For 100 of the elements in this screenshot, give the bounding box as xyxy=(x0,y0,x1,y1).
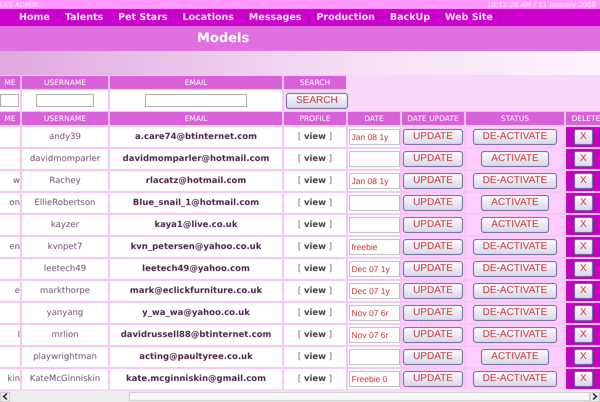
email-text: Blue_snail_1@hotmail.com xyxy=(132,198,260,208)
username-text: Rachey xyxy=(49,176,81,186)
nav-link[interactable]: Web Site xyxy=(438,12,501,24)
table-cell: l xyxy=(0,325,20,345)
delete-button[interactable]: X xyxy=(574,283,593,299)
status-button[interactable]: DE-ACTIVATE xyxy=(472,129,558,145)
update-button[interactable]: UPDATE xyxy=(403,283,463,299)
username-text: KateMcGinniskin xyxy=(30,374,100,384)
search-field[interactable] xyxy=(0,94,18,107)
status-button[interactable]: ACTIVATE xyxy=(481,217,549,233)
nav-link[interactable]: Locations xyxy=(176,12,242,24)
username-text: playwrightman xyxy=(33,352,97,362)
email-text: davidrussell88@btinternet.com xyxy=(120,330,272,340)
status-button[interactable]: DE-ACTIVATE xyxy=(472,173,558,189)
username-text: kayzer xyxy=(50,220,80,230)
delete-button[interactable]: X xyxy=(574,349,593,365)
email-text: leetech49@yahoo.com xyxy=(142,264,250,274)
username-text: EllieRobertson xyxy=(34,198,96,208)
table-cell xyxy=(0,259,20,279)
username-text: kvnpet7 xyxy=(48,242,82,252)
table-cell xyxy=(0,127,20,147)
table-cell: e xyxy=(0,281,20,301)
table-cell xyxy=(0,149,20,169)
nav-link[interactable]: Production xyxy=(309,12,383,24)
status-button[interactable]: ACTIVATE xyxy=(481,349,549,365)
nav-link[interactable]: Pet Stars xyxy=(111,12,176,24)
date-field[interactable]: Nov 07 6r xyxy=(348,305,400,321)
table-cell xyxy=(0,347,20,367)
email-text: kvn_petersen@yahoo.co.uk xyxy=(130,242,262,252)
update-button[interactable]: UPDATE xyxy=(403,217,463,233)
table-cell: kin xyxy=(0,369,20,389)
date-field[interactable]: Jan 08 1y xyxy=(348,129,400,145)
username-text: davidmomparler xyxy=(30,154,100,164)
delete-button[interactable]: X xyxy=(574,371,593,387)
status-button[interactable]: DE-ACTIVATE xyxy=(472,283,558,299)
username-text: andy39 xyxy=(49,132,81,142)
date-field[interactable] xyxy=(348,151,400,167)
username-text: leetech49 xyxy=(44,264,86,274)
update-button[interactable]: UPDATE xyxy=(403,327,463,343)
table-cell: w xyxy=(0,171,20,191)
nav-link[interactable]: BackUp xyxy=(382,12,438,24)
status-button[interactable]: ACTIVATE xyxy=(481,151,549,167)
delete-button[interactable]: X xyxy=(574,327,593,343)
page-title: Models xyxy=(197,31,250,46)
email-text: acting@paultyree.co.uk xyxy=(139,352,253,362)
date-field[interactable]: freebie xyxy=(348,239,400,255)
update-button[interactable]: UPDATE xyxy=(403,239,463,255)
search-field[interactable] xyxy=(145,94,247,107)
scroll-thumb[interactable] xyxy=(128,392,590,401)
update-button[interactable]: UPDATE xyxy=(403,305,463,321)
email-text: y_wa_wa@yahoo.co.uk xyxy=(142,308,250,318)
nav-link[interactable]: Messages xyxy=(242,12,310,24)
delete-button[interactable]: X xyxy=(574,217,593,233)
delete-button[interactable]: X xyxy=(574,261,593,277)
horizontal-scrollbar[interactable] xyxy=(0,391,600,402)
update-button[interactable]: UPDATE xyxy=(403,173,463,189)
date-field[interactable]: Jan 08 1y xyxy=(348,173,400,189)
nav-link[interactable]: Home xyxy=(12,12,58,24)
delete-button[interactable]: X xyxy=(574,305,593,321)
status-button[interactable]: DE-ACTIVATE xyxy=(472,261,558,277)
username-text: mrlion xyxy=(51,330,79,340)
delete-button[interactable]: X xyxy=(574,195,593,211)
date-field[interactable]: Nov 07 6r xyxy=(348,327,400,343)
status-button[interactable]: DE-ACTIVATE xyxy=(472,327,558,343)
status-button[interactable]: DE-ACTIVATE xyxy=(472,239,558,255)
date-field[interactable] xyxy=(348,217,400,233)
update-button[interactable]: UPDATE xyxy=(403,261,463,277)
status-button[interactable]: DE-ACTIVATE xyxy=(472,371,558,387)
table-cell: en xyxy=(0,237,20,257)
scroll-right-icon[interactable] xyxy=(590,392,600,402)
update-button[interactable]: UPDATE xyxy=(403,371,463,387)
update-button[interactable]: UPDATE xyxy=(403,129,463,145)
table-cell xyxy=(0,303,20,323)
table-cell: on xyxy=(0,193,20,213)
date-field[interactable] xyxy=(348,349,400,365)
username-text: markthorpe xyxy=(40,286,90,296)
nav-link[interactable]: Talents xyxy=(58,12,112,24)
search-button[interactable]: SEARCH xyxy=(286,92,348,108)
date-field[interactable]: Dec 07 1y xyxy=(348,283,400,299)
table-cell xyxy=(0,215,20,235)
delete-button[interactable]: X xyxy=(574,129,593,145)
update-button[interactable]: UPDATE xyxy=(403,195,463,211)
username-text: yanyang xyxy=(46,308,84,318)
email-text: kate.mcginniskin@gmail.com xyxy=(126,374,266,384)
date-field[interactable]: Dec 07 1y xyxy=(348,261,400,277)
status-button[interactable]: ACTIVATE xyxy=(481,195,549,211)
email-text: mark@eclickfurniture.co.uk xyxy=(130,286,262,296)
email-text: kaya1@live.co.uk xyxy=(154,220,238,230)
scroll-left-icon[interactable] xyxy=(0,392,10,402)
date-field[interactable]: Freebie 0 xyxy=(348,371,400,387)
delete-button[interactable]: X xyxy=(574,239,593,255)
date-field[interactable] xyxy=(348,195,400,211)
update-button[interactable]: UPDATE xyxy=(403,151,463,167)
email-text: a.care74@btinternet.com xyxy=(134,132,257,142)
delete-button[interactable]: X xyxy=(574,173,593,189)
delete-button[interactable]: X xyxy=(574,151,593,167)
update-button[interactable]: UPDATE xyxy=(403,349,463,365)
email-text: rlacatz@hotmail.com xyxy=(146,176,246,186)
search-field[interactable] xyxy=(36,94,94,107)
status-button[interactable]: DE-ACTIVATE xyxy=(472,305,558,321)
